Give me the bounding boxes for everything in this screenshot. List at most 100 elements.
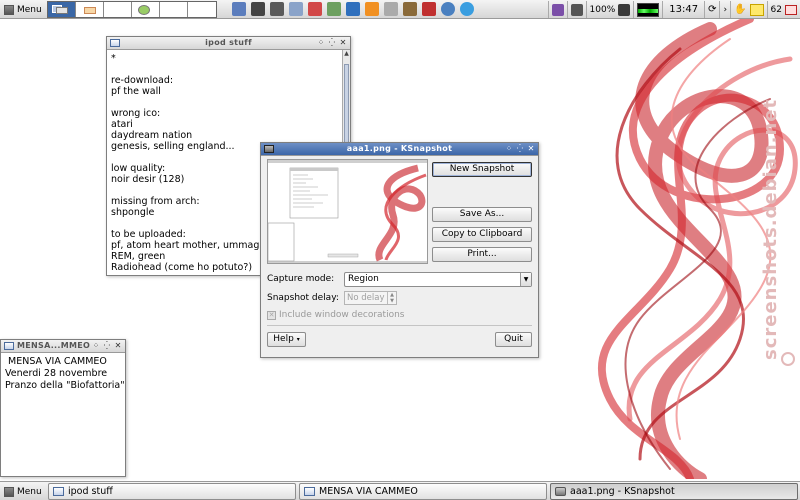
window-title: ipod stuff [205,38,252,47]
copy-to-clipboard-button[interactable]: Copy to Clipboard [432,227,532,242]
note-app-icon [304,487,315,496]
tray-mail[interactable]: 62 [766,1,800,18]
window-ksnapshot[interactable]: aaa1.png - KSnapshot ⁘ ⁛ ✕ New Snapshot … [260,142,539,358]
capture-mode-select[interactable]: Region ▼ [344,272,532,287]
preview-thumbnail-image [268,160,427,263]
update-icon [551,3,564,16]
task-label: aaa1.png - KSnapshot [570,486,675,497]
refresh-icon: ⟳ [708,4,717,15]
music-icon[interactable] [422,2,436,16]
bottom-taskbar: Menu ipod stuff MENSA VIA CAMMEO aaa1.pn… [0,481,800,500]
volume-icon [570,3,583,16]
pager-desktop-3[interactable] [104,2,132,17]
tray-battery[interactable]: 100% [585,1,634,18]
snapshot-preview[interactable] [267,159,428,264]
window-titlebar[interactable]: ipod stuff ⁘ ⁛ ✕ [107,37,350,50]
tray-lock[interactable]: ⟳ [704,1,719,18]
desktop-pager[interactable] [47,1,217,18]
include-decorations-checkbox[interactable]: ✕ [267,311,276,320]
sticky-icon[interactable]: ⁘ [91,341,101,351]
monitor-icon[interactable] [270,2,284,16]
keyboard-icon[interactable] [384,2,398,16]
task-mensa[interactable]: MENSA VIA CAMMEO [299,483,547,500]
maximize-icon[interactable]: ⁛ [515,144,525,154]
window-titlebar[interactable]: MENSA...MMEO ⁘ ⁛ ✕ [1,340,125,353]
camera-app-icon [555,487,566,496]
window-mensa[interactable]: MENSA...MMEO ⁘ ⁛ ✕ MENSA VIA CAMMEO Vene… [0,339,126,477]
window-title: aaa1.png - KSnapshot [346,144,453,153]
pager-desktop-2[interactable] [76,2,104,17]
terminal-icon[interactable] [251,2,265,16]
close-icon[interactable]: ✕ [338,38,348,48]
tray-volume[interactable] [566,1,586,18]
top-panel: Menu 100% 13:47 ⟳ › ✋ 62 [0,0,800,19]
help-button[interactable]: Help ▾ [267,332,306,347]
debian-swirl-icon [781,352,795,366]
system-tray: 100% 13:47 ⟳ › ✋ 62 [547,0,800,19]
include-decorations-label: Include window decorations [279,310,405,320]
mail-icon [785,4,797,15]
pager-desktop-4[interactable] [132,2,160,17]
clock: 13:47 [669,4,699,15]
scroll-up-icon[interactable]: ▲ [343,50,350,59]
package-manager-icon[interactable] [232,2,246,16]
note-text[interactable]: MENSA VIA CAMMEO Venerdi 28 novembre Pra… [1,353,125,476]
tray-cpu[interactable] [633,1,662,18]
sticky-icon[interactable]: ⁘ [504,144,514,154]
maximize-icon[interactable]: ⁛ [327,38,337,48]
window-titlebar[interactable]: aaa1.png - KSnapshot ⁘ ⁛ ✕ [261,143,538,156]
top-menu-label: Menu [17,4,42,15]
caret-down-icon: ▾ [296,336,300,343]
task-label: ipod stuff [68,486,113,497]
top-menu-button[interactable]: Menu [0,1,46,18]
watermark: screenshots.debian.net [760,98,781,360]
launcher-bar [232,2,474,17]
snapshot-delay-spinbox[interactable]: No delay ▲ ▼ [344,291,397,305]
spin-arrows-icon[interactable]: ▲ ▼ [387,292,396,304]
snapshot-delay-label: Snapshot delay: [267,293,339,303]
browser-icon[interactable] [441,2,455,16]
menu-icon [4,486,14,497]
capture-mode-value: Region [348,274,379,284]
separator [267,325,532,326]
pager-desktop-1[interactable] [48,2,76,17]
tray-expand[interactable]: › [719,1,730,18]
bottom-menu-button[interactable]: Menu [0,483,46,500]
task-ksnapshot[interactable]: aaa1.png - KSnapshot [550,483,798,500]
snapshot-delay-value: No delay [347,293,385,303]
save-as-button[interactable]: Save As... [432,207,532,222]
note-app-icon [53,487,64,496]
sticky-icon[interactable]: ⁘ [316,38,326,48]
vlc-icon[interactable] [365,2,379,16]
pager-desktop-5[interactable] [160,2,188,17]
hand-icon: ✋ [734,4,747,15]
file-manager-icon[interactable] [403,2,417,16]
wallpaper-smoke [597,19,798,479]
gear-icon[interactable] [346,2,360,16]
tray-update[interactable] [547,1,567,18]
bottom-menu-label: Menu [17,486,42,497]
task-label: MENSA VIA CAMMEO [319,486,418,497]
close-icon[interactable]: ✕ [526,144,536,154]
image-viewer-icon[interactable] [289,2,303,16]
tray-clock[interactable]: 13:47 [662,1,704,18]
maximize-icon[interactable]: ⁛ [102,341,112,351]
menu-icon [4,4,14,15]
new-snapshot-button[interactable]: New Snapshot [432,162,532,177]
close-icon[interactable]: ✕ [113,341,123,351]
cpu-graph-icon [637,2,660,17]
quit-button[interactable]: Quit [495,332,532,347]
gaim-icon[interactable] [327,2,341,16]
sticky-note-icon [749,3,764,16]
pager-desktop-6[interactable] [188,2,216,17]
tray-notes[interactable]: ✋ [730,1,766,18]
chevron-down-icon: ▼ [520,273,531,286]
battery-icon [618,3,631,16]
skype-icon[interactable] [460,2,474,16]
task-ipod-stuff[interactable]: ipod stuff [48,483,296,500]
mail-count: 62 [770,4,782,15]
scroll-thumb[interactable] [344,64,349,144]
print-button[interactable]: Print... [432,247,532,262]
network-icon[interactable] [308,2,322,16]
chevron-right-icon: › [723,4,728,15]
